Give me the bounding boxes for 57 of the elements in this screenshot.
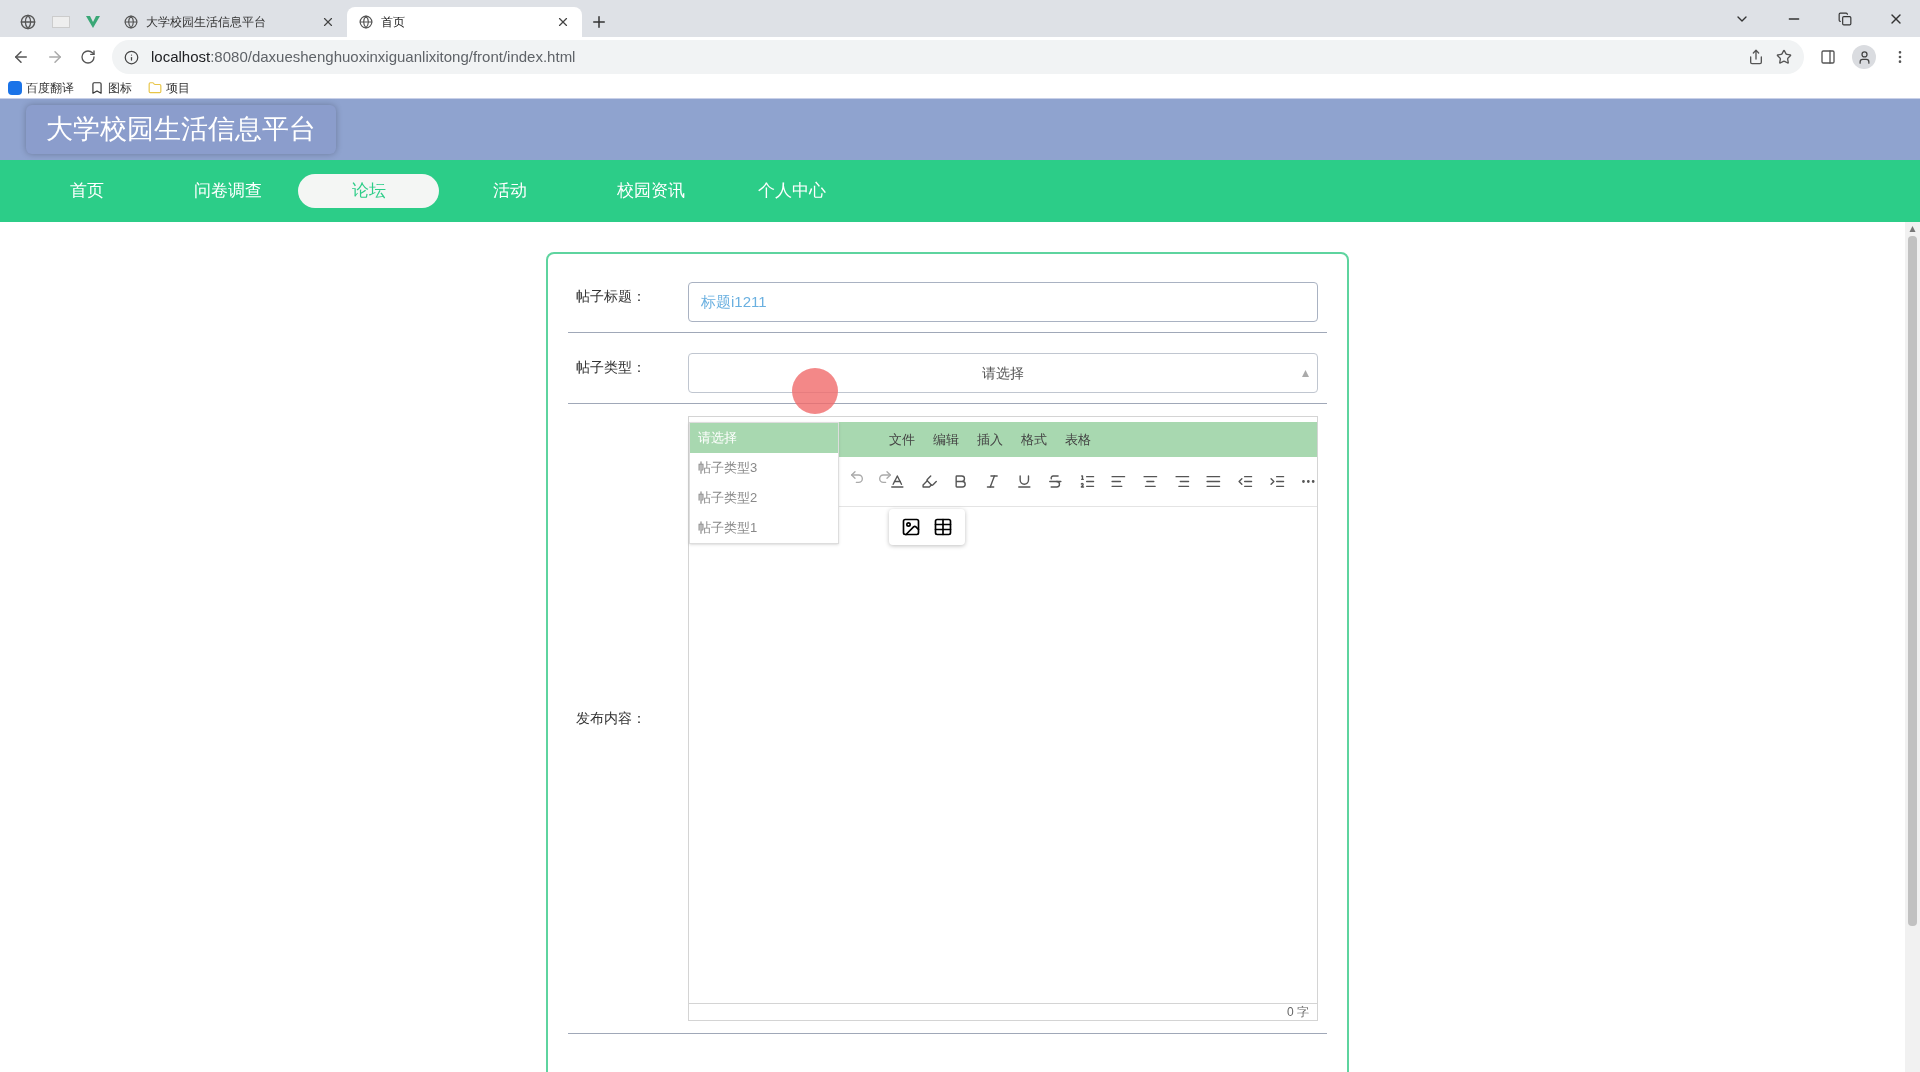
- bold-icon[interactable]: [952, 473, 969, 490]
- browser-tab[interactable]: 首页: [347, 7, 582, 37]
- align-justify-icon[interactable]: [1205, 473, 1223, 490]
- back-icon[interactable]: [12, 48, 30, 66]
- profile-avatar[interactable]: [1852, 45, 1876, 69]
- new-tab-icon[interactable]: [590, 13, 608, 31]
- folder-icon: [148, 80, 162, 95]
- scroll-up-icon[interactable]: [1909, 226, 1916, 232]
- reload-icon[interactable]: [80, 49, 96, 65]
- translate-icon: [8, 80, 22, 95]
- indent-icon[interactable]: [1268, 473, 1286, 490]
- highlighter-icon[interactable]: [920, 473, 938, 490]
- tab-title: 首页: [381, 14, 406, 31]
- field-label: 发布内容：: [575, 709, 647, 728]
- menu-item[interactable]: 文件: [889, 429, 915, 450]
- bookmark-link[interactable]: 图标: [108, 78, 132, 97]
- tab-title: 大学校园生活信息平台: [146, 14, 267, 31]
- site-title: 大学校园生活信息平台: [26, 105, 336, 154]
- font-color-icon[interactable]: [889, 473, 906, 490]
- bookmark-link[interactable]: 项目: [166, 78, 190, 97]
- tab-favicon-icon: [124, 15, 138, 29]
- browser-tab[interactable]: 大学校园生活信息平台: [112, 7, 347, 37]
- outdent-icon[interactable]: [1237, 473, 1254, 490]
- type-select[interactable]: 请选择: [688, 353, 1318, 393]
- scrollbar-thumb[interactable]: [1908, 236, 1917, 926]
- menu-item[interactable]: 插入: [977, 429, 1003, 450]
- caret-icon: [1302, 369, 1309, 377]
- menu-item[interactable]: 编辑: [933, 429, 959, 450]
- restore-icon[interactable]: [1838, 11, 1852, 26]
- share-icon[interactable]: [1748, 49, 1764, 65]
- dropdown-option[interactable]: 帖子类型3: [690, 453, 838, 483]
- side-panel-icon[interactable]: [1820, 49, 1836, 65]
- dropdown-option[interactable]: 帖子类型2: [690, 483, 838, 513]
- globe-icon[interactable]: [20, 14, 36, 30]
- field-label: 帖子标题：: [575, 287, 647, 306]
- url-text: localhost:8080/daxueshenghuoxinxiguanlixitong/front/index.html: [151, 46, 576, 67]
- image-icon[interactable]: [901, 517, 921, 537]
- address-bar[interactable]: localhost:8080/daxueshenghuoxinxiguanlixitong/front/index.html: [112, 40, 1804, 74]
- menu-item[interactable]: 格式: [1021, 429, 1047, 450]
- table-icon[interactable]: [933, 517, 953, 537]
- align-center-icon[interactable]: [1142, 473, 1159, 490]
- align-left-icon[interactable]: [1110, 473, 1128, 490]
- bookmark-star-icon[interactable]: [1776, 49, 1792, 65]
- word-count: 0 字: [1287, 1004, 1309, 1021]
- close-icon[interactable]: [321, 15, 335, 29]
- dropdown-option[interactable]: 帖子类型1: [690, 513, 838, 543]
- bookmark-icon: [90, 80, 104, 95]
- align-right-icon[interactable]: [1173, 473, 1191, 490]
- strikethrough-icon[interactable]: [1047, 473, 1064, 490]
- field-label: 帖子类型：: [575, 358, 647, 377]
- underline-icon[interactable]: [1015, 473, 1033, 490]
- close-icon[interactable]: [556, 15, 570, 29]
- bookmark-link[interactable]: 百度翻译: [26, 78, 74, 97]
- info-icon: [124, 49, 139, 65]
- cursor-highlight: [792, 368, 838, 414]
- tab-favicon-icon: [359, 15, 373, 29]
- menu-item[interactable]: 表格: [1065, 429, 1091, 450]
